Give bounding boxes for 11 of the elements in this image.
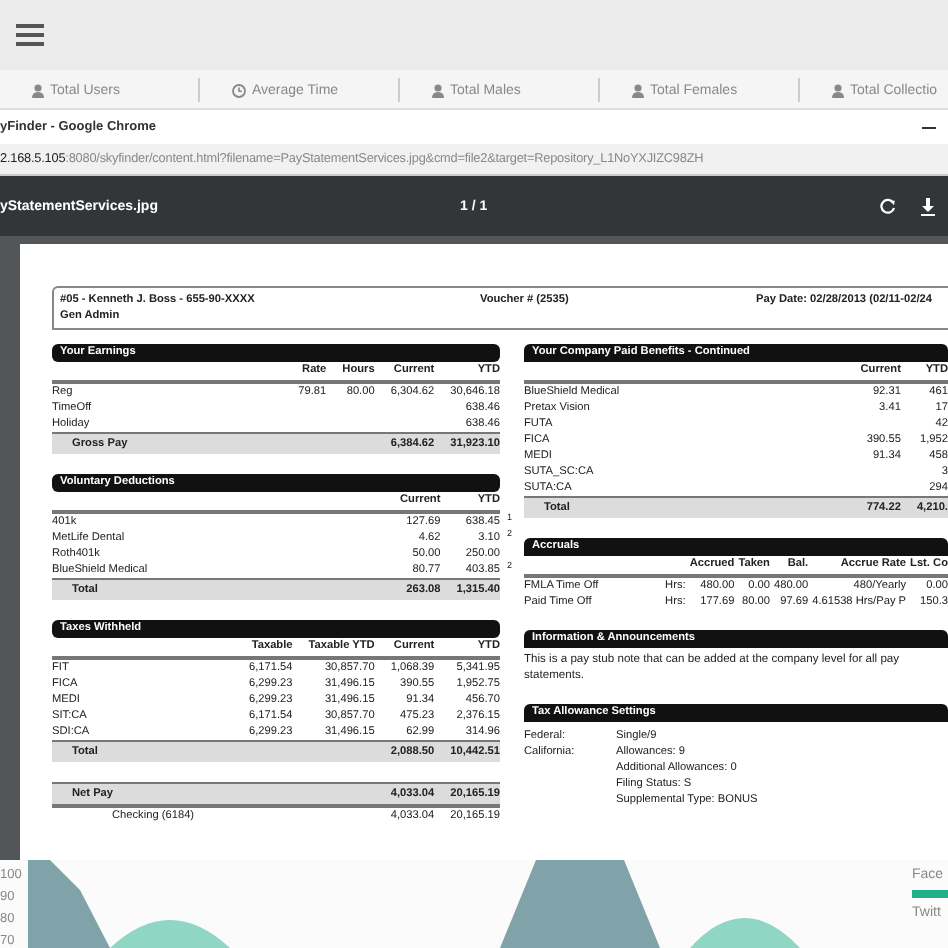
minimize-icon[interactable] bbox=[922, 125, 936, 129]
person-icon bbox=[832, 83, 844, 97]
clock-icon bbox=[232, 83, 246, 97]
person-icon bbox=[632, 83, 644, 97]
area-shape bbox=[690, 918, 800, 948]
download-icon[interactable] bbox=[920, 197, 936, 215]
person-icon bbox=[432, 83, 444, 97]
refresh-icon[interactable] bbox=[880, 198, 896, 214]
person-icon bbox=[32, 83, 44, 97]
menu-icon[interactable] bbox=[16, 24, 44, 46]
legend-bar bbox=[912, 890, 948, 898]
